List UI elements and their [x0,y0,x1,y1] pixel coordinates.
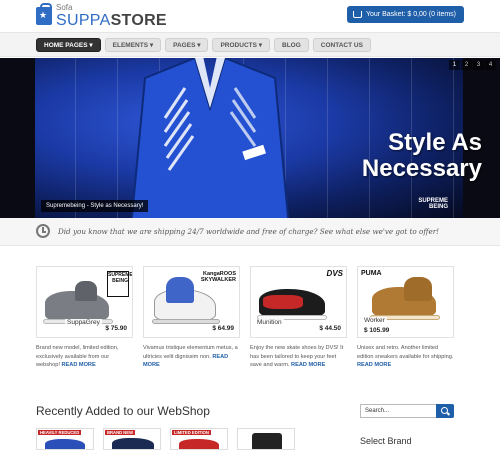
product-image[interactable]: SUPREME BEING SuppaGrey $ 75.90 [36,266,133,338]
hero-slider[interactable]: 1 2 3 4 Style As Necessary Supremebeing … [0,58,500,218]
hero-title: Style As Necessary [362,130,482,182]
product-badge: LIMITED EDITION [172,430,211,435]
jacket-illustration [130,58,290,218]
nav-contact-us[interactable]: CONTACT US [312,38,371,52]
hero-brand-line2: BEING [428,204,448,210]
recent-product-thumb[interactable]: LIMITED EDITION [170,428,228,450]
logo[interactable]: ★ Sofa SUPPASTORE [36,3,167,29]
pager-item[interactable]: 3 [473,60,484,70]
hero-title-line1: Style As [388,129,482,156]
product-description: Enjoy the new skate shoes by DVS! It has… [250,344,347,370]
cart-icon [352,11,362,18]
product-image[interactable]: PUMA Worker $ 105.99 [357,266,454,338]
search-box: Search... [360,404,454,418]
product-name: Munition [255,319,284,326]
product-image[interactable]: DVS Munition $ 44.50 [250,266,347,338]
product-image[interactable]: KangaROOS SKYWALKER $ 64.99 [143,266,240,338]
recent-product-thumb[interactable]: BRAND NEW [103,428,161,450]
hero-brand-logo: SUPREME BEING [418,198,448,210]
hero-title-line2: Necessary [361,155,482,182]
recent-product-thumb[interactable]: HEAVILY REDUCED [36,428,94,450]
nav-products[interactable]: PRODUCTS ▾ [212,38,271,52]
pager-item[interactable]: 1 [449,60,460,70]
logo-wordmark: SUPPASTORE [56,12,167,29]
product-brand: KangaROOS SKYWALKER [200,271,236,283]
search-input[interactable]: Search... [360,404,436,418]
product-description: Unisex and retro. Another limited editio… [357,344,454,370]
product-card[interactable]: KangaROOS SKYWALKER $ 64.99 Vivamus tris… [143,266,240,370]
recent-section-title: Recently Added to our WebShop [36,404,210,418]
shopping-bag-icon: ★ [36,3,52,25]
product-name: Worker [362,317,387,324]
logo-part-store: STORE [110,12,167,29]
product-brand: DVS [326,269,343,278]
pager-item[interactable]: 4 [485,60,496,70]
read-more-link[interactable]: READ MORE [357,362,391,368]
product-description-text: Unisex and retro. Another limited editio… [357,345,454,360]
product-card[interactable]: PUMA Worker $ 105.99 Unisex and retro. A… [357,266,454,370]
product-brand-text: SUPREME BEING [108,272,133,284]
hero-caption: Supremebeing - Style as Necessary! [41,200,149,212]
read-more-link[interactable]: READ MORE [291,362,325,368]
product-price: $ 75.90 [103,325,129,332]
product-list: SUPREME BEING SuppaGrey $ 75.90 Brand ne… [36,266,454,370]
product-description: Brand new model, limited edition, exclus… [36,344,133,370]
product-badge: HEAVILY REDUCED [38,430,82,435]
product-brand: SUPREME BEING [107,271,132,297]
search-icon[interactable] [436,404,454,418]
logo-text: Sofa SUPPASTORE [56,3,167,29]
product-price: $ 64.99 [210,325,236,332]
product-name: SuppaGrey [65,319,102,326]
product-brand: PUMA [361,270,382,277]
select-brand-title: Select Brand [360,436,412,446]
basket-label: Your Basket: $ 0,00 (0 items) [365,11,456,18]
product-card[interactable]: DVS Munition $ 44.50 Enjoy the new skate… [250,266,347,370]
product-card[interactable]: SUPREME BEING SuppaGrey $ 75.90 Brand ne… [36,266,133,370]
logo-part-suppa: SUPPA [56,12,111,29]
product-badge: BRAND NEW [105,430,136,435]
nav-home-pages[interactable]: HOME PAGES ▾ [36,38,101,52]
shipping-banner: Did you know that we are shipping 24/7 w… [0,218,500,246]
clock-icon [36,224,50,238]
nav-elements[interactable]: ELEMENTS ▾ [104,38,162,52]
product-price: $ 44.50 [317,325,343,332]
pager-item[interactable]: 2 [461,60,472,70]
product-price: $ 105.99 [362,327,392,334]
nav-pages[interactable]: PAGES ▾ [165,38,209,52]
basket-button[interactable]: Your Basket: $ 0,00 (0 items) [346,6,464,23]
read-more-link[interactable]: READ MORE [62,362,96,368]
main-nav: HOME PAGES ▾ ELEMENTS ▾ PAGES ▾ PRODUCTS… [0,32,500,57]
header: ★ Sofa SUPPASTORE Your Basket: $ 0,00 (0… [0,0,500,32]
recent-product-thumb[interactable] [237,428,295,450]
slider-pager: 1 2 3 4 [449,60,496,70]
page: ★ Sofa SUPPASTORE Your Basket: $ 0,00 (0… [0,0,500,450]
recent-products: HEAVILY REDUCED BRAND NEW LIMITED EDITIO… [36,428,295,450]
nav-blog[interactable]: BLOG [274,38,309,52]
shipping-text: Did you know that we are shipping 24/7 w… [58,227,440,236]
product-description: Vivamus tristique elementum metus, a ult… [143,344,240,370]
